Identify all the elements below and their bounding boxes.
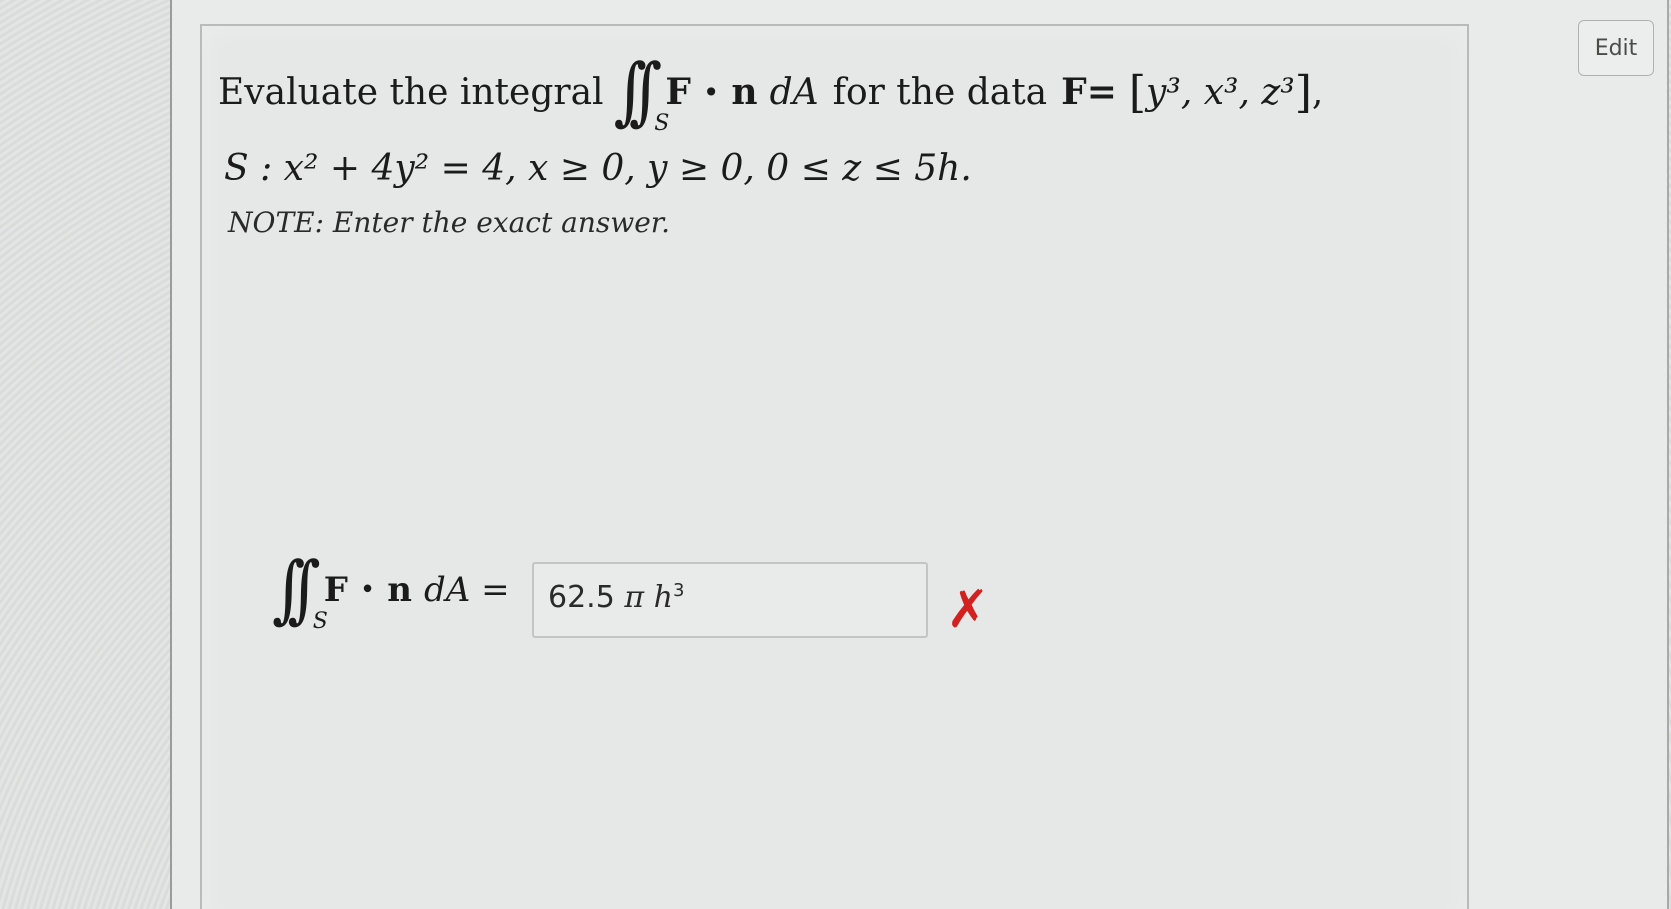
trailing-comma: ,	[1311, 71, 1324, 113]
question-prefix: Evaluate the integral	[218, 71, 604, 113]
answer-input[interactable]: 62.5 π h3	[532, 562, 928, 638]
screen: Edit Evaluate the integral ∫∫ S F • n dA…	[0, 0, 1671, 909]
edit-button[interactable]: Edit	[1578, 20, 1654, 76]
integrand-F: F	[665, 71, 691, 113]
answer-integral-subscript: S	[312, 609, 328, 634]
answer-F: F	[323, 570, 348, 610]
right-bracket: ]	[1294, 66, 1312, 118]
answer-double-integral-symbol: ∫∫ S	[272, 553, 328, 634]
answer-h: h	[653, 580, 673, 615]
answer-integral-signs: ∫∫	[272, 547, 321, 633]
field-F-equals: F=	[1061, 71, 1117, 113]
field-vector: y³, x³, z³	[1146, 71, 1295, 113]
answer-exponent: 3	[672, 580, 685, 601]
double-integral-symbol: ∫∫ S	[614, 55, 670, 136]
question-statement: Evaluate the integral ∫∫ S F • n dA for …	[218, 52, 1324, 136]
answer-number: 62.5	[548, 580, 615, 615]
surface-definition: S : x² + 4y² = 4, x ≥ 0, y ≥ 0, 0 ≤ z ≤ …	[224, 148, 972, 189]
answer-dot: •	[359, 575, 376, 605]
dot-operator: •	[702, 75, 720, 109]
integral-subscript: S	[654, 111, 670, 136]
answer-n: n	[387, 570, 412, 610]
integrand-n: n	[731, 71, 758, 113]
integral-signs: ∫∫	[613, 49, 663, 135]
answer-dA-equals: dA =	[423, 570, 510, 610]
answer-pi: π	[624, 580, 645, 615]
note-text: NOTE: Enter the exact answer.	[228, 206, 670, 239]
left-bracket: [	[1128, 66, 1147, 118]
question-middle-text: for the data	[832, 71, 1048, 113]
answer-lhs: ∫∫ S F • n dA =	[262, 540, 510, 640]
differential-dA: dA	[769, 71, 819, 113]
incorrect-x-icon: ✗	[946, 580, 990, 640]
